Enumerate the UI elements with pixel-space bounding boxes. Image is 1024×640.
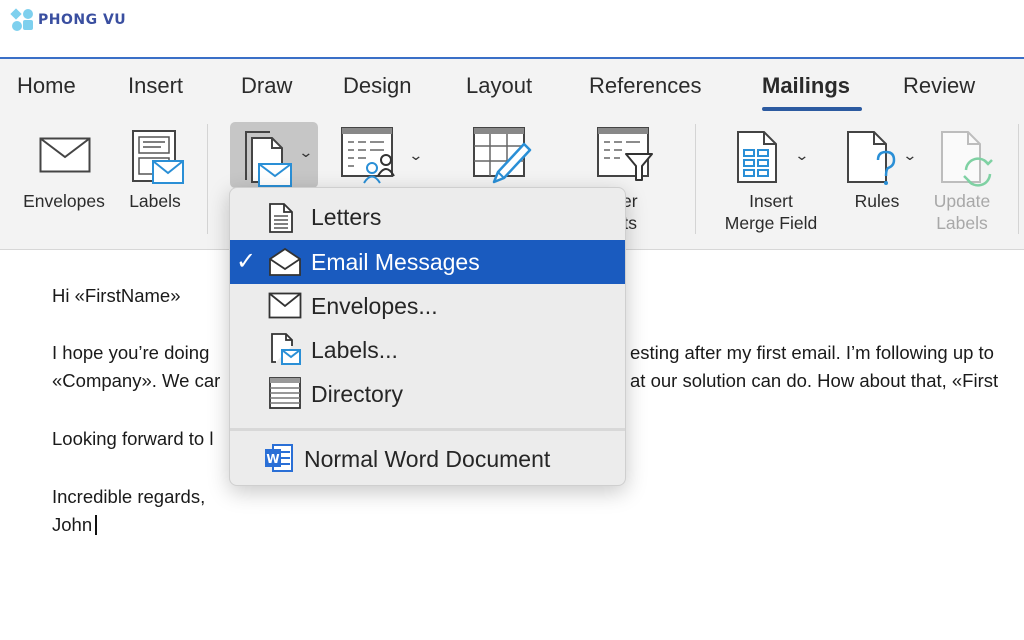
tab-draw[interactable]: Draw bbox=[241, 73, 292, 99]
start-mail-merge-button[interactable]: ⌄ bbox=[230, 122, 318, 188]
active-tab-indicator bbox=[762, 107, 862, 111]
chevron-down-icon: ⌄ bbox=[408, 147, 424, 163]
envelope-icon bbox=[268, 292, 302, 319]
menu-item-label: Directory bbox=[311, 381, 404, 407]
phong-vu-logo-icon bbox=[10, 8, 34, 31]
rules-label: Rules bbox=[854, 191, 900, 211]
tab-references[interactable]: References bbox=[589, 73, 702, 99]
labels-button[interactable]: Labels bbox=[120, 130, 190, 221]
doc-line-2-right: esting after my first email. I’m followi… bbox=[630, 342, 994, 363]
rules-button[interactable]: ⌄ Rules bbox=[842, 126, 920, 216]
update-labels-label-line2: Labels bbox=[936, 213, 988, 233]
tab-review[interactable]: Review bbox=[903, 73, 975, 99]
letter-icon bbox=[269, 203, 293, 233]
labels-label: Labels bbox=[129, 191, 181, 211]
menu-item-email-messages[interactable]: ✓ Email Messages bbox=[230, 240, 625, 284]
text-cursor bbox=[95, 515, 97, 535]
watermark: PHONG VU bbox=[10, 8, 127, 31]
svg-text:W: W bbox=[266, 452, 279, 466]
signature-text: John bbox=[52, 514, 93, 535]
labels-icon bbox=[132, 130, 184, 184]
watermark-text: PHONG VU bbox=[38, 12, 127, 28]
menu-separator bbox=[230, 428, 625, 431]
menu-item-envelopes[interactable]: Envelopes... bbox=[230, 284, 625, 328]
doc-line-3-right: at our solution can do. How about that, … bbox=[630, 370, 999, 391]
doc-line-closing: Incredible regards, bbox=[52, 486, 206, 507]
directory-icon bbox=[269, 377, 301, 409]
select-recipients-icon bbox=[341, 127, 395, 184]
doc-line-4: Looking forward to l bbox=[52, 428, 214, 449]
update-labels-button: Update Labels bbox=[922, 126, 1002, 244]
doc-line-signature: John bbox=[52, 514, 97, 536]
menu-item-label: Labels... bbox=[311, 337, 398, 363]
menu-item-label: Email Messages bbox=[311, 249, 480, 275]
checkmark-icon: ✓ bbox=[236, 248, 257, 275]
select-recipients-button[interactable]: ⌄ bbox=[338, 126, 428, 192]
menu-item-letters[interactable]: Letters bbox=[230, 195, 625, 239]
menu-item-label: Envelopes... bbox=[311, 293, 438, 319]
labels-icon bbox=[271, 333, 301, 365]
start-mail-merge-icon bbox=[245, 131, 292, 187]
chevron-down-icon: ⌄ bbox=[298, 144, 314, 160]
chevron-down-icon: ⌄ bbox=[794, 147, 810, 163]
menu-item-label: Normal Word Document bbox=[304, 446, 551, 472]
edit-recipient-list-button[interactable] bbox=[470, 126, 534, 192]
envelope-icon bbox=[39, 137, 91, 173]
edit-recipient-list-icon bbox=[473, 127, 532, 184]
insert-merge-field-button[interactable]: ⌄ Insert Merge Field bbox=[712, 126, 830, 244]
tab-mailings[interactable]: Mailings bbox=[762, 73, 850, 99]
insert-merge-field-label-line2: Merge Field bbox=[724, 213, 818, 233]
envelopes-button[interactable]: Envelopes bbox=[14, 131, 114, 221]
menu-item-labels[interactable]: Labels... bbox=[230, 328, 625, 372]
doc-line-2-left: I hope you’re doing bbox=[52, 342, 210, 363]
tab-insert[interactable]: Insert bbox=[128, 73, 183, 99]
ribbon-separator bbox=[1018, 124, 1019, 234]
update-labels-icon bbox=[941, 131, 993, 187]
envelopes-label: Envelopes bbox=[23, 191, 105, 211]
menu-item-directory[interactable]: Directory bbox=[230, 372, 625, 416]
start-mail-merge-menu: Letters ✓ Email Messages Envelopes... La… bbox=[229, 187, 626, 486]
insert-merge-field-icon bbox=[737, 131, 777, 183]
doc-line-3-left: «Company». We car bbox=[52, 370, 221, 391]
doc-line-greeting: Hi «FirstName» bbox=[52, 285, 181, 306]
insert-merge-field-label-line1: Insert bbox=[749, 191, 793, 211]
menu-item-normal-word-document[interactable]: W Normal Word Document bbox=[230, 437, 625, 481]
tab-design[interactable]: Design bbox=[343, 73, 411, 99]
update-labels-label-line1: Update bbox=[933, 191, 991, 211]
chevron-down-icon: ⌄ bbox=[902, 147, 918, 163]
rules-icon bbox=[847, 131, 896, 185]
word-document-icon: W bbox=[265, 444, 293, 472]
ribbon-separator bbox=[207, 124, 208, 234]
email-open-icon bbox=[269, 247, 301, 276]
tab-layout[interactable]: Layout bbox=[466, 73, 532, 99]
ribbon-tabs: Home Insert Draw Design Layout Reference… bbox=[0, 59, 1024, 117]
tab-home[interactable]: Home bbox=[17, 73, 76, 99]
ribbon-separator bbox=[695, 124, 696, 234]
filter-recipients-icon bbox=[597, 127, 653, 181]
menu-item-label: Letters bbox=[311, 204, 382, 230]
